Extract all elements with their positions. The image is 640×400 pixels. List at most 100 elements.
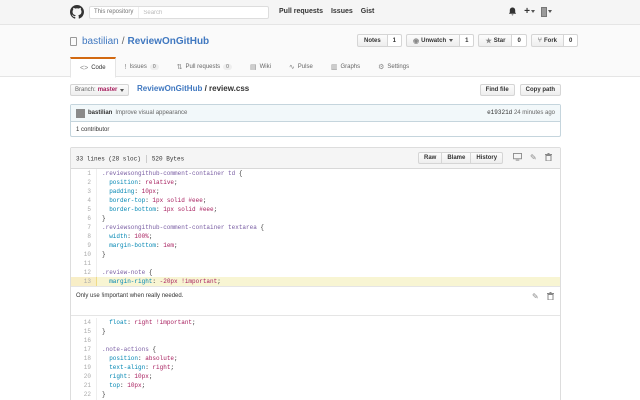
- book-icon: ▤: [249, 64, 257, 71]
- code-line: 5 border-bottom: 1px solid #eee;: [71, 205, 560, 214]
- repo-actions: Notes 1 ◉ Unwatch 1 ★ Star 0 ⑂ Fork 0: [357, 34, 579, 47]
- graph-icon: ▥: [330, 64, 338, 71]
- line-number[interactable]: 4: [71, 196, 97, 205]
- search-input[interactable]: [139, 9, 250, 16]
- code-text: float: right !important;: [109, 319, 196, 326]
- line-number[interactable]: 13: [71, 277, 97, 286]
- file-actions: Raw Blame History: [418, 152, 504, 164]
- unwatch-button[interactable]: ◉ Unwatch: [406, 34, 461, 47]
- star-button[interactable]: ★ Star: [478, 34, 513, 47]
- line-number[interactable]: 22: [71, 390, 97, 399]
- review-note: Only use !important when really needed. …: [71, 286, 560, 316]
- code-text: margin-right: -20px !important;: [97, 277, 560, 286]
- notes-count[interactable]: 1: [387, 34, 403, 47]
- tab-settings[interactable]: ⚙ Settings: [369, 57, 418, 77]
- tab-pulse[interactable]: ∿ Pulse: [280, 57, 322, 77]
- code-line: 7 .reviewsongithub-comment-container text…: [71, 223, 560, 232]
- tab-graphs[interactable]: ▥ Graphs: [322, 57, 369, 77]
- line-number[interactable]: 2: [71, 178, 97, 187]
- nav-gist[interactable]: Gist: [361, 8, 375, 15]
- commit-time: 24 minutes ago: [513, 110, 555, 116]
- code-line: 15}: [71, 327, 560, 336]
- breadcrumb-repo-link[interactable]: ReviewOnGitHub: [137, 84, 202, 93]
- file-viewer: 33 lines (28 sloc) 520 Bytes Raw Blame Hi…: [70, 147, 561, 400]
- stars-count[interactable]: 0: [512, 34, 527, 47]
- line-number[interactable]: 17: [71, 345, 97, 354]
- chevron-down-icon: [530, 10, 535, 13]
- tab-wiki[interactable]: ▤ Wiki: [241, 57, 280, 77]
- line-number[interactable]: 11: [71, 259, 97, 268]
- notes-button[interactable]: Notes: [357, 34, 388, 47]
- code-text: text-align: right;: [109, 364, 175, 371]
- line-number[interactable]: 5: [71, 205, 97, 214]
- user-menu[interactable]: [541, 6, 552, 17]
- search-scope-label: This repository: [90, 7, 140, 18]
- pencil-icon[interactable]: ✎: [532, 292, 539, 302]
- commit-author-link[interactable]: bastilian: [88, 110, 112, 116]
- blame-button[interactable]: Blame: [441, 152, 472, 164]
- notes-button-group: Notes 1: [357, 34, 403, 47]
- line-number[interactable]: 1: [71, 169, 97, 178]
- bell-icon[interactable]: [507, 6, 518, 17]
- line-number[interactable]: 10: [71, 250, 97, 259]
- line-number[interactable]: 15: [71, 327, 97, 336]
- line-number[interactable]: 8: [71, 232, 97, 241]
- raw-button[interactable]: Raw: [418, 152, 443, 164]
- line-number[interactable]: 19: [71, 363, 97, 372]
- commit-sha-link[interactable]: e19321d: [487, 109, 512, 116]
- watchers-count[interactable]: 1: [460, 34, 475, 47]
- line-number[interactable]: 14: [71, 318, 97, 327]
- avatar: [541, 6, 547, 17]
- search-box[interactable]: This repository: [89, 6, 269, 19]
- tab-code[interactable]: <> Code: [70, 57, 116, 78]
- breadcrumb: ReviewOnGitHub / review.css: [137, 84, 249, 93]
- tab-issues[interactable]: ! Issues 0: [116, 57, 168, 77]
- file-info: 33 lines (28 sloc) 520 Bytes: [76, 155, 184, 163]
- line-number[interactable]: 6: [71, 214, 97, 223]
- line-number[interactable]: 18: [71, 354, 97, 363]
- line-number[interactable]: 3: [71, 187, 97, 196]
- watch-button-group: ◉ Unwatch 1: [406, 34, 475, 47]
- line-number[interactable]: 21: [71, 381, 97, 390]
- github-logo-icon[interactable]: [70, 5, 84, 19]
- copy-path-button[interactable]: Copy path: [519, 84, 561, 96]
- history-button[interactable]: History: [470, 152, 504, 164]
- star-icon: ★: [485, 37, 492, 45]
- line-number[interactable]: 9: [71, 241, 97, 250]
- commit-summary: bastilian Improve visual appearance e193…: [71, 105, 560, 122]
- line-number[interactable]: 12: [71, 268, 97, 277]
- desktop-icon[interactable]: [513, 153, 522, 163]
- repo-name-link[interactable]: ReviewOnGitHub: [127, 36, 209, 47]
- code-line: 8 width: 100%;: [71, 232, 560, 241]
- code-line: 14 float: right !important;: [71, 318, 560, 327]
- contributors-bar: 1 contributor: [71, 122, 560, 137]
- contributors-link[interactable]: 1 contributor: [76, 127, 109, 133]
- forks-count[interactable]: 0: [564, 34, 579, 47]
- line-number[interactable]: 20: [71, 372, 97, 381]
- plus-icon: +: [524, 6, 530, 17]
- file-size: 520 Bytes: [151, 155, 185, 163]
- fork-button[interactable]: ⑂ Fork: [530, 34, 564, 47]
- trash-icon[interactable]: [546, 292, 554, 302]
- commit-message-link[interactable]: Improve visual appearance: [115, 110, 187, 116]
- create-new-menu[interactable]: +: [524, 6, 535, 17]
- line-number[interactable]: 16: [71, 336, 97, 345]
- code-text: .reviewsongithub-comment-container td {: [102, 170, 243, 177]
- line-number[interactable]: 7: [71, 223, 97, 232]
- find-file-button[interactable]: Find file: [479, 84, 515, 96]
- tab-pull-requests[interactable]: ⇅ Pull requests 0: [168, 57, 241, 77]
- fork-icon: ⑂: [537, 37, 542, 44]
- nav-issues[interactable]: Issues: [331, 8, 353, 15]
- file-line-count: 33 lines (28 sloc): [76, 155, 141, 163]
- branch-selector[interactable]: Branch: master: [70, 84, 130, 96]
- code-line: 22}: [71, 390, 560, 399]
- tab-label: Pulse: [297, 64, 313, 70]
- repo-owner-link[interactable]: bastilian: [82, 36, 119, 47]
- code-text: border-top: 1px solid #eee;: [109, 197, 207, 204]
- pencil-icon[interactable]: ✎: [530, 153, 537, 163]
- nav-pull-requests[interactable]: Pull requests: [279, 8, 323, 15]
- trash-icon[interactable]: [544, 153, 552, 163]
- note-actions: ✎: [532, 292, 554, 302]
- file-navigation: Branch: master ReviewOnGitHub / review.c…: [70, 84, 561, 97]
- star-button-group: ★ Star 0: [478, 34, 527, 47]
